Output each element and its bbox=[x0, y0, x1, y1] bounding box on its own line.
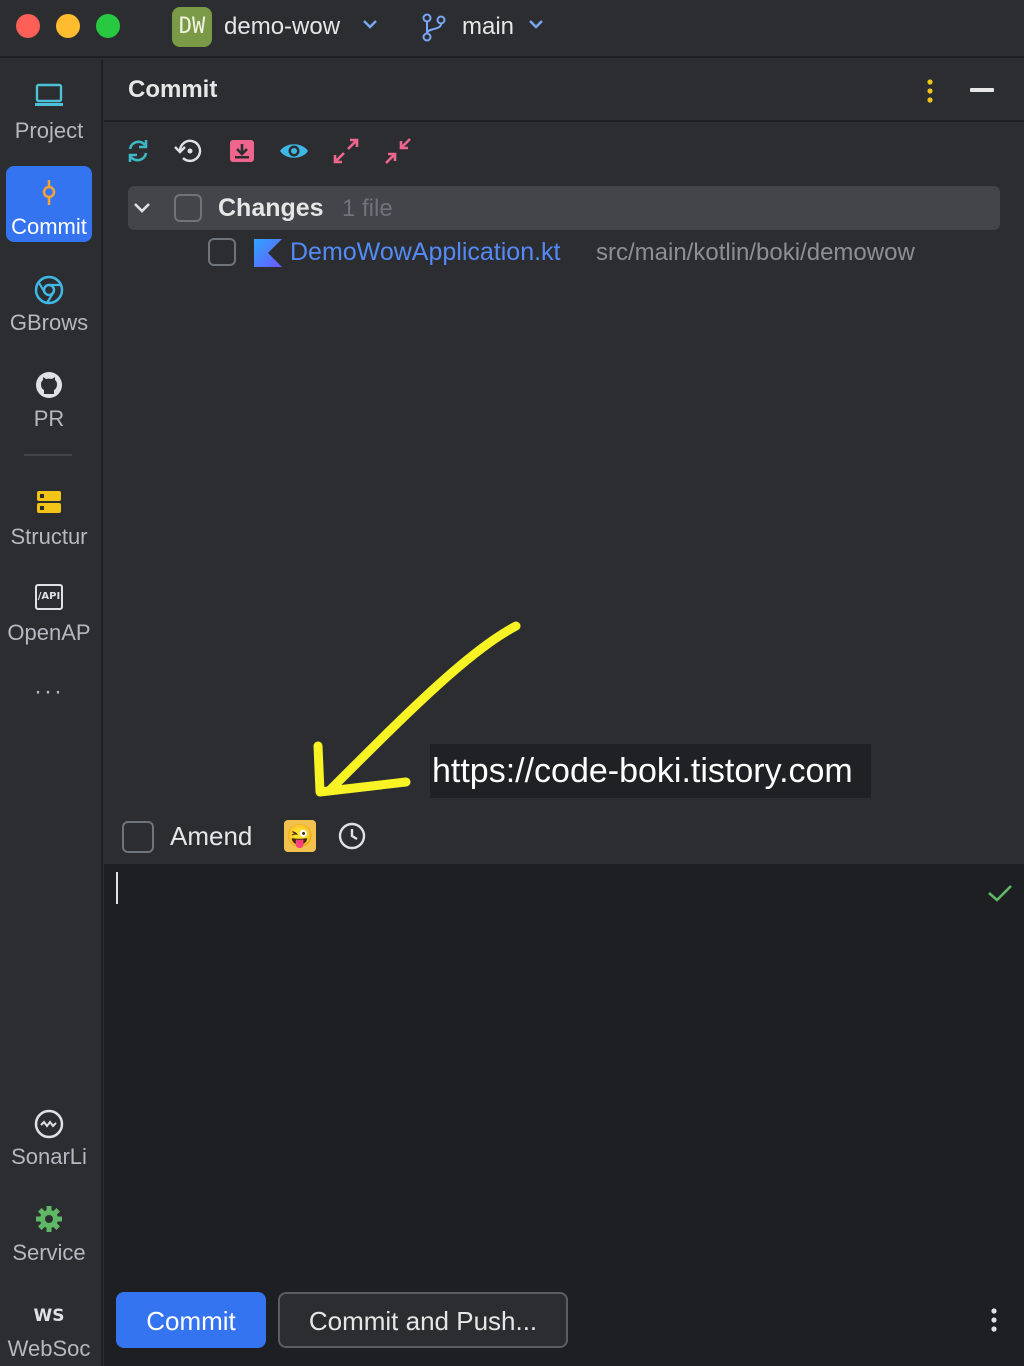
chevron-down-icon[interactable] bbox=[526, 14, 546, 34]
kotlin-file-icon bbox=[254, 239, 282, 267]
monitor-icon bbox=[35, 83, 63, 106]
project-selector[interactable]: demo-wow bbox=[224, 13, 340, 41]
changes-count: 1 file bbox=[342, 195, 393, 222]
clock-icon[interactable] bbox=[336, 820, 368, 852]
chevron-down-icon[interactable] bbox=[360, 14, 380, 34]
commit-message-editor[interactable] bbox=[104, 864, 1024, 1274]
preview-diff-button[interactable] bbox=[276, 134, 312, 168]
sidebar-item-openapi[interactable]: /API OpenAP bbox=[6, 572, 92, 648]
sidebar-item-services[interactable]: Service bbox=[6, 1192, 92, 1268]
browser-icon bbox=[34, 275, 64, 305]
sidebar-item-label: GBrows bbox=[9, 310, 89, 335]
rollback-icon bbox=[174, 139, 202, 163]
file-row[interactable]: DemoWowApplication.kt src/main/kotlin/bo… bbox=[200, 232, 1000, 276]
sidebar-divider bbox=[24, 454, 72, 456]
collapse-all-button[interactable] bbox=[380, 134, 416, 168]
api-icon-text: /API bbox=[37, 591, 61, 602]
panel-title: Commit bbox=[128, 76, 218, 103]
structure-icon bbox=[37, 491, 61, 513]
changes-checkbox[interactable] bbox=[174, 194, 202, 222]
amend-checkbox[interactable] bbox=[122, 821, 154, 853]
commit-icon bbox=[42, 180, 56, 205]
sidebar-item-websocket[interactable]: WS WebSoc bbox=[6, 1288, 92, 1364]
sidebar-item-sonarlint[interactable]: SonarLi bbox=[6, 1096, 92, 1172]
sidebar-item-gbrows[interactable]: GBrows bbox=[6, 262, 92, 338]
collapse-all-icon bbox=[385, 138, 411, 164]
api-icon: /API bbox=[35, 584, 63, 610]
file-checkbox[interactable] bbox=[208, 238, 236, 266]
github-icon bbox=[36, 372, 62, 398]
expand-all-button[interactable] bbox=[328, 134, 364, 168]
sidebar-item-pr[interactable]: PR bbox=[6, 358, 92, 434]
emoji-icon: 😜 bbox=[286, 823, 314, 848]
changes-label: Changes bbox=[218, 194, 324, 222]
expand-all-icon bbox=[333, 138, 359, 164]
amend-row: Amend 😜 bbox=[104, 810, 1024, 864]
watermark-url: https://code-boki.tistory.com bbox=[430, 744, 871, 798]
more-actions-icon[interactable] bbox=[984, 1306, 1004, 1336]
minimize-window-button[interactable] bbox=[56, 14, 80, 38]
preview-icon bbox=[280, 144, 308, 158]
close-window-button[interactable] bbox=[16, 14, 40, 38]
sidebar-item-label: Structur bbox=[10, 524, 88, 549]
title-bar: DW demo-wow main bbox=[0, 0, 1024, 58]
sidebar-item-label: WebSoc bbox=[7, 1336, 91, 1361]
amend-label[interactable]: Amend bbox=[170, 821, 252, 852]
sidebar-item-label: OpenAP bbox=[7, 620, 91, 645]
sidebar-item-label: Service bbox=[12, 1240, 86, 1265]
minimize-panel-button[interactable] bbox=[970, 88, 994, 92]
shelve-icon bbox=[230, 140, 254, 162]
sonar-icon bbox=[34, 1109, 64, 1139]
more-options-icon[interactable] bbox=[920, 76, 940, 106]
refresh-button[interactable] bbox=[120, 134, 156, 168]
commit-and-push-button[interactable]: Commit and Push... bbox=[278, 1292, 568, 1348]
project-badge[interactable]: DW bbox=[172, 7, 212, 47]
sidebar-item-structure[interactable]: Structur bbox=[6, 476, 92, 552]
sidebar-item-label: Project bbox=[14, 118, 84, 143]
sidebar-item-label: SonarLi bbox=[11, 1144, 87, 1169]
more-tool-windows[interactable]: ··· bbox=[34, 678, 64, 706]
websocket-icon: WS bbox=[33, 1306, 65, 1326]
refresh-icon bbox=[128, 140, 148, 162]
branch-selector[interactable]: main bbox=[462, 13, 514, 41]
branch-icon[interactable] bbox=[420, 12, 448, 42]
text-caret bbox=[116, 872, 118, 904]
file-name[interactable]: DemoWowApplication.kt bbox=[290, 238, 560, 267]
sidebar-item-commit[interactable]: Commit bbox=[6, 166, 92, 242]
changes-group-row[interactable]: Changes 1 file bbox=[128, 186, 1000, 230]
tool-window-sidebar: Project Commit GBrows PR Structur /API O… bbox=[0, 60, 103, 1366]
commit-actions-bar: Commit Commit and Push... bbox=[104, 1274, 1024, 1366]
zoom-window-button[interactable] bbox=[96, 14, 120, 38]
file-path: src/main/kotlin/boki/demowow bbox=[596, 239, 915, 266]
sidebar-item-label: Commit bbox=[11, 214, 87, 239]
emoji-picker-button[interactable]: 😜 bbox=[284, 820, 316, 852]
shelve-button[interactable] bbox=[224, 134, 260, 168]
sidebar-item-project[interactable]: Project bbox=[6, 70, 92, 146]
sidebar-item-label: PR bbox=[33, 406, 65, 431]
gear-icon bbox=[36, 1206, 62, 1232]
panel-divider bbox=[104, 120, 1024, 122]
check-icon bbox=[988, 885, 1012, 902]
chevron-down-icon[interactable] bbox=[132, 198, 152, 218]
rollback-button[interactable] bbox=[170, 134, 206, 168]
commit-button[interactable]: Commit bbox=[116, 1292, 266, 1348]
